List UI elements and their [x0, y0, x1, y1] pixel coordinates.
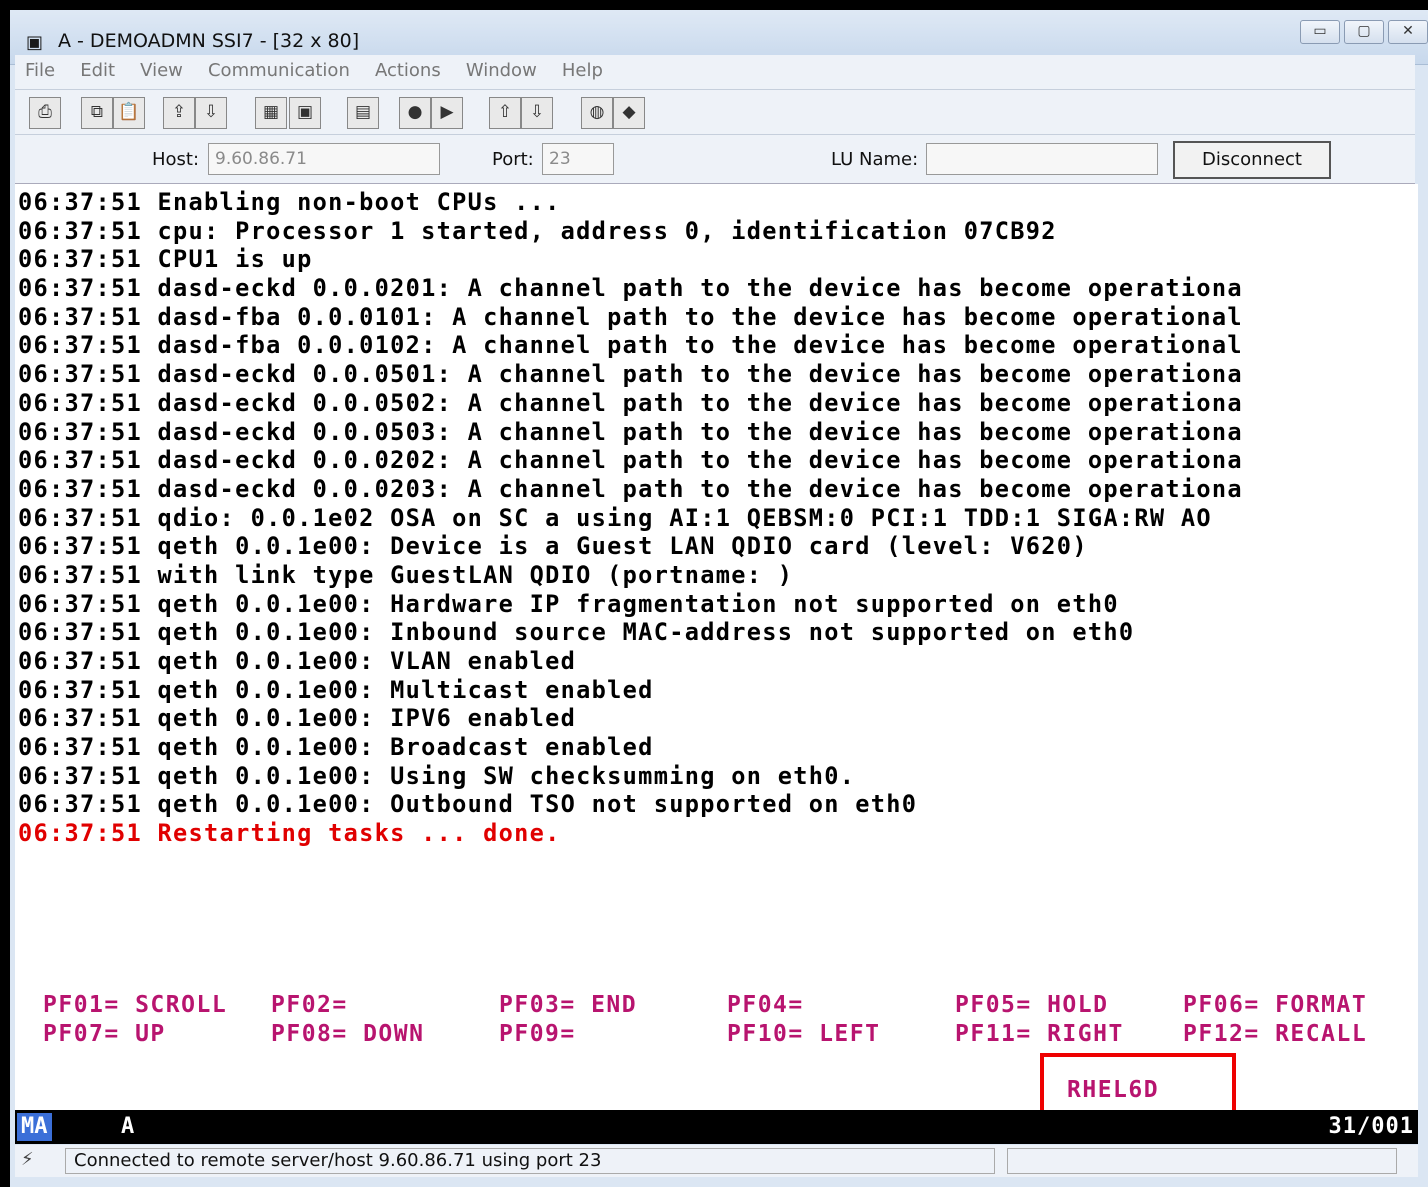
- globe-icon[interactable]: ◍: [581, 97, 613, 129]
- terminal-line: 06:37:51 qeth 0.0.1e00: IPV6 enabled: [18, 704, 577, 733]
- lu-name-field[interactable]: [926, 143, 1158, 175]
- transfer-up-icon[interactable]: ⇧: [489, 97, 521, 129]
- terminal-line: 06:37:51 dasd-fba 0.0.0102: A channel pa…: [18, 331, 1243, 360]
- help-icon[interactable]: ◆: [613, 97, 645, 129]
- port-field[interactable]: 23: [542, 143, 614, 175]
- pf-key: PF08= DOWN: [271, 1021, 425, 1047]
- pf-key: PF06= FORMAT: [1183, 992, 1368, 1018]
- pf-key: PF07= UP: [43, 1021, 166, 1047]
- send-icon[interactable]: ⇪: [163, 97, 195, 129]
- menu-file[interactable]: File: [15, 55, 65, 87]
- pf-key: PF12= RECALL: [1183, 1021, 1368, 1047]
- display-icon[interactable]: ▦: [255, 97, 287, 129]
- print-screen-icon[interactable]: ⎙: [29, 97, 61, 129]
- terminal-line: 06:37:51 qeth 0.0.1e00: Broadcast enable…: [18, 733, 654, 762]
- terminal-line: 06:37:51 dasd-eckd 0.0.0501: A channel p…: [18, 360, 1243, 389]
- connection-icon: ⚡: [21, 1149, 34, 1170]
- terminal-line: 06:37:51 qeth 0.0.1e00: Using SW checksu…: [18, 761, 856, 790]
- lu-name-label: LU Name:: [831, 149, 919, 170]
- terminal-output: 06:37:51 Enabling non-boot CPUs ... 06:37…: [18, 188, 1243, 848]
- pf-key: PF09=: [499, 1021, 576, 1047]
- terminal-line: 06:37:51 qeth 0.0.1e00: Outbound TSO not…: [18, 790, 918, 819]
- transfer-down-icon[interactable]: ⇩: [521, 97, 553, 129]
- terminal-line: 06:37:51 Restarting tasks ... done.: [18, 819, 561, 848]
- operator-info-area: MA A 31/001: [15, 1110, 1418, 1144]
- pf-key: PF03= END: [499, 992, 638, 1018]
- terminal-line: 06:37:51 dasd-eckd 0.0.0203: A channel p…: [18, 474, 1243, 503]
- terminal-line: 06:37:51 qeth 0.0.1e00: Hardware IP frag…: [18, 589, 1119, 618]
- pf-key: PF04=: [727, 992, 804, 1018]
- pf-key: PF02=: [271, 992, 348, 1018]
- window-title: A - DEMOADMN SSI7 - [32 x 80]: [58, 30, 360, 52]
- macro-icon[interactable]: ▤: [347, 97, 379, 129]
- menu-edit[interactable]: Edit: [70, 55, 125, 87]
- cursor-position: 31/001: [1328, 1114, 1414, 1139]
- pf-key: PF05= HOLD: [955, 992, 1109, 1018]
- menu-window[interactable]: Window: [456, 55, 547, 87]
- connection-bar: Host: 9.60.86.71 Port: 23 LU Name: Disco…: [15, 135, 1415, 184]
- receive-icon[interactable]: ⇩: [195, 97, 227, 129]
- terminal-line: 06:37:51 dasd-eckd 0.0.0202: A channel p…: [18, 446, 1243, 475]
- toolbar: ⎙ ⧉ 📋 ⇪ ⇩ ▦ ▣ ▤ ● ▶ ⇧ ⇩ ◍ ◆: [15, 90, 1415, 135]
- record-macro-icon[interactable]: ●: [399, 97, 431, 129]
- copy-icon[interactable]: ⧉: [81, 97, 113, 129]
- terminal-line: 06:37:51 dasd-eckd 0.0.0502: A channel p…: [18, 388, 1243, 417]
- maximize-button[interactable]: ▢: [1344, 20, 1384, 44]
- terminal-line: 06:37:51 qeth 0.0.1e00: VLAN enabled: [18, 647, 577, 675]
- terminal-line: 06:37:51 dasd-eckd 0.0.0503: A channel p…: [18, 417, 1243, 446]
- pf-key: PF01= SCROLL: [43, 992, 228, 1018]
- status-bar: ⚡ Connected to remote server/host 9.60.8…: [15, 1145, 1418, 1177]
- play-macro-icon[interactable]: ▶: [431, 97, 463, 129]
- status-message: Connected to remote server/host 9.60.86.…: [65, 1148, 995, 1174]
- terminal-line: 06:37:51 qeth 0.0.1e00: Inbound source M…: [18, 618, 1135, 647]
- oia-session-indicator: A: [121, 1114, 135, 1139]
- menu-communication[interactable]: Communication: [198, 55, 360, 87]
- terminal-line: 06:37:51 qeth 0.0.1e00: Device is a Gues…: [18, 532, 1088, 561]
- menu-help[interactable]: Help: [552, 55, 613, 87]
- terminal-screen[interactable]: 06:37:51 Enabling non-boot CPUs ... 06:37…: [15, 184, 1418, 1135]
- minimize-button[interactable]: ▭: [1300, 20, 1340, 44]
- keypad-icon[interactable]: ▣: [289, 97, 321, 129]
- terminal-line: 06:37:51 with link type GuestLAN QDIO (p…: [18, 560, 794, 589]
- pf-key: PF10= LEFT: [727, 1021, 881, 1047]
- close-button[interactable]: ✕: [1388, 20, 1428, 44]
- host-field[interactable]: 9.60.86.71: [208, 143, 440, 175]
- pf-key: PF11= RIGHT: [955, 1021, 1124, 1047]
- terminal-line: 06:37:51 dasd-fba 0.0.0101: A channel pa…: [18, 302, 1243, 331]
- terminal-line: 06:37:51 CPU1 is up: [18, 245, 313, 274]
- terminal-line: 06:37:51 qdio: 0.0.1e02 OSA on SC a usin…: [18, 503, 1212, 532]
- app-icon: ▣: [26, 32, 44, 53]
- host-label: Host:: [152, 149, 200, 170]
- terminal-line: 06:37:51 qeth 0.0.1e00: Multicast enable…: [18, 675, 654, 704]
- oia-mode-indicator: MA: [17, 1113, 52, 1141]
- port-label: Port:: [492, 149, 534, 170]
- menu-view[interactable]: View: [130, 55, 193, 87]
- disconnect-button[interactable]: Disconnect: [1173, 141, 1331, 179]
- terminal-line: 06:37:51 Enabling non-boot CPUs ...: [18, 188, 561, 216]
- menu-actions[interactable]: Actions: [365, 55, 451, 87]
- terminal-line: 06:37:51 dasd-eckd 0.0.0201: A channel p…: [18, 274, 1243, 303]
- status-panel: [1007, 1148, 1397, 1174]
- paste-icon[interactable]: 📋: [113, 97, 145, 129]
- terminal-line: 06:37:51 cpu: Processor 1 started, addre…: [18, 216, 1057, 245]
- menu-bar: File Edit View Communication Actions Win…: [15, 55, 1415, 90]
